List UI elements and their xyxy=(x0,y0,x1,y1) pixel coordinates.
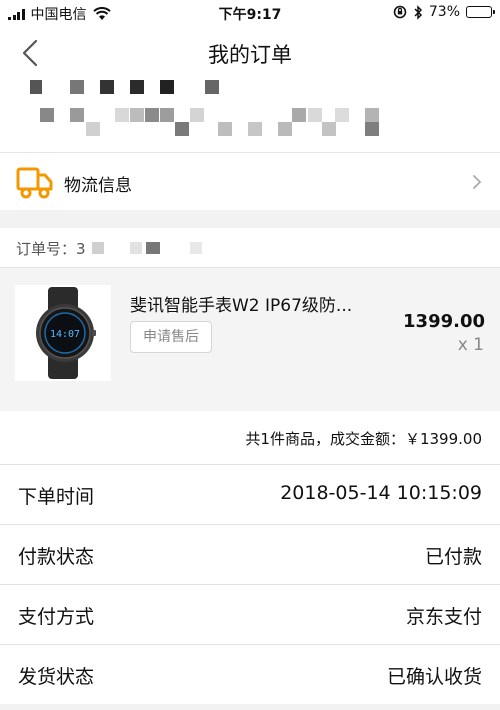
order-total-text: 共1件商品，成交金额：￥1399.00 xyxy=(245,430,482,448)
detail-row-delivery-status: 发货状态 已确认收货 xyxy=(0,644,500,704)
detail-row-order-time: 下单时间 2018-05-14 10:15:09 xyxy=(0,464,500,524)
address-redaction xyxy=(308,108,322,122)
address-redaction xyxy=(160,108,174,122)
address-redaction xyxy=(70,80,84,94)
product-price: 1399.00 xyxy=(403,311,485,332)
detail-row-payment-status: 付款状态 已付款 xyxy=(0,524,500,584)
address-card[interactable] xyxy=(0,80,500,152)
address-redaction xyxy=(335,108,349,122)
product-quantity: x 1 xyxy=(457,335,484,355)
order-number-prefix-label: 订单号： xyxy=(16,240,77,258)
truck-icon xyxy=(16,167,53,199)
address-redaction xyxy=(145,108,159,122)
bluetooth-icon xyxy=(414,4,422,20)
chevron-right-icon xyxy=(473,175,482,189)
product-thumbnail: 14:07 xyxy=(15,285,111,381)
nav-bar: 我的订单 xyxy=(0,26,500,80)
detail-value: 2018-05-14 10:15:09 xyxy=(280,482,482,504)
detail-key: 付款状态 xyxy=(18,546,95,568)
address-redaction xyxy=(190,108,204,122)
detail-key: 发货状态 xyxy=(18,666,95,688)
address-redaction xyxy=(130,80,144,94)
address-redaction xyxy=(40,108,54,122)
address-redaction xyxy=(86,122,100,136)
product-title: 斐讯智能手表W2 IP67级防... xyxy=(130,296,353,316)
address-redaction xyxy=(248,122,262,136)
address-redaction xyxy=(365,108,379,122)
order-details: 下单时间 2018-05-14 10:15:09 付款状态 已付款 支付方式 京… xyxy=(0,464,500,704)
page-title: 我的订单 xyxy=(208,43,292,67)
order-number-redaction xyxy=(130,242,142,254)
rotation-lock-icon xyxy=(393,5,407,19)
order-number-redaction xyxy=(146,242,160,254)
detail-value: 已付款 xyxy=(424,546,482,568)
status-right: 73% xyxy=(393,4,495,20)
order-number-label: 订单号：3 xyxy=(16,238,86,259)
smartwatch-image: 14:07 xyxy=(36,287,96,379)
address-redaction xyxy=(130,108,144,122)
address-redaction xyxy=(115,108,129,122)
after-sale-button[interactable]: 申请售后 xyxy=(130,321,212,353)
logistics-row[interactable]: 物流信息 xyxy=(0,152,500,210)
order-summary: 共1件商品，成交金额：￥1399.00 xyxy=(0,411,500,464)
address-redaction xyxy=(205,80,219,94)
address-redaction xyxy=(70,108,84,122)
detail-value: 已确认收货 xyxy=(386,666,482,688)
address-redaction xyxy=(292,108,306,122)
address-redaction xyxy=(322,122,336,136)
logistics-label: 物流信息 xyxy=(64,176,132,196)
address-redaction xyxy=(278,122,292,136)
battery-icon xyxy=(466,6,495,18)
watch-screen-time: 14:07 xyxy=(50,329,80,340)
address-redaction xyxy=(100,80,114,94)
order-number-redaction xyxy=(92,242,104,254)
order-header: 订单号：3 xyxy=(0,228,500,268)
address-redaction xyxy=(30,80,42,94)
detail-key: 支付方式 xyxy=(18,606,95,628)
detail-value: 京东支付 xyxy=(405,606,482,628)
address-redaction xyxy=(175,122,189,136)
battery-percent: 73% xyxy=(428,4,460,20)
address-redaction xyxy=(160,80,174,94)
status-bar: 中国电信 下午9:17 73% xyxy=(0,0,500,26)
detail-key: 下单时间 xyxy=(18,486,95,508)
address-redaction xyxy=(218,122,232,136)
detail-row-payment-method: 支付方式 京东支付 xyxy=(0,584,500,644)
address-redaction xyxy=(365,122,379,136)
order-number-redaction xyxy=(190,242,202,254)
order-number-value: 3 xyxy=(76,240,86,258)
product-item[interactable]: 14:07 斐讯智能手表W2 IP67级防... 申请售后 1399.00 x … xyxy=(0,269,500,411)
